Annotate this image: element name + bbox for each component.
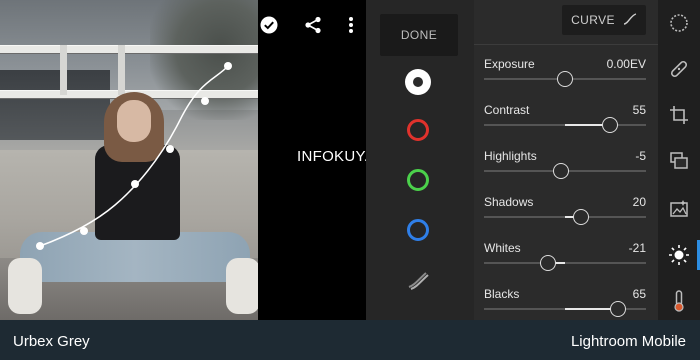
auto-icon[interactable] (668, 198, 690, 220)
slider-thumb[interactable] (539, 255, 556, 271)
done-button[interactable]: DONE (380, 14, 458, 56)
curve-point[interactable] (166, 145, 174, 153)
highlights-slider[interactable]: Highlights -5 (484, 149, 646, 191)
slider-value: -21 (628, 241, 646, 255)
slider-label: Exposure (484, 57, 535, 71)
crop-icon[interactable] (668, 104, 690, 126)
slider-value: -5 (635, 149, 646, 163)
exposure-slider[interactable]: Exposure 0.00EV (484, 57, 646, 99)
slider-thumb[interactable] (552, 163, 569, 179)
slider-value: 0.00EV (606, 57, 646, 71)
curve-button-label: CURVE (571, 13, 615, 27)
whites-slider[interactable]: Whites -21 (484, 241, 646, 283)
panel-divider (474, 44, 658, 45)
curve-point[interactable] (201, 97, 209, 105)
channel-blue-button[interactable] (407, 219, 429, 241)
slider-label: Shadows (484, 195, 534, 209)
check-icon[interactable] (258, 14, 280, 36)
slider-value: 20 (632, 195, 646, 209)
curve-point[interactable] (224, 62, 232, 70)
app-name-caption: Lightroom Mobile (570, 333, 686, 350)
curve-button[interactable]: CURVE (562, 5, 646, 35)
healing-icon[interactable] (668, 58, 690, 80)
shadows-slider[interactable]: Shadows 20 (484, 195, 646, 237)
presets-icon[interactable] (668, 12, 690, 34)
share-icon[interactable] (302, 14, 324, 36)
slider-value: 55 (632, 103, 646, 117)
curve-point[interactable] (36, 242, 44, 250)
split-tone-icon[interactable] (406, 268, 430, 292)
curve-icon (623, 12, 637, 28)
slider-label: Contrast (484, 103, 530, 117)
tone-curve[interactable] (0, 0, 268, 320)
slider-label: Highlights (484, 149, 537, 163)
channel-rgb-button[interactable] (405, 69, 431, 95)
more-vertical-icon[interactable] (340, 14, 362, 36)
slider-label: Blacks (484, 287, 520, 301)
channel-red-button[interactable] (407, 119, 429, 141)
channel-green-button[interactable] (407, 169, 429, 191)
contrast-slider[interactable]: Contrast 55 (484, 103, 646, 145)
slider-thumb[interactable] (573, 209, 590, 225)
slider-track[interactable] (484, 262, 646, 264)
curve-point[interactable] (131, 180, 139, 188)
slider-thumb[interactable] (601, 117, 618, 133)
slider-thumb[interactable] (609, 301, 626, 317)
light-icon[interactable] (668, 244, 690, 266)
profiles-icon[interactable] (668, 150, 690, 172)
slider-thumb[interactable] (557, 71, 573, 87)
tone-curve-line (39, 65, 229, 247)
slider-value: 65 (632, 287, 646, 301)
curve-point[interactable] (80, 227, 88, 235)
slider-label: Whites (484, 241, 521, 255)
photo-preview[interactable] (0, 0, 268, 320)
preset-name-caption: Urbex Grey (13, 333, 90, 350)
color-icon[interactable] (668, 290, 690, 312)
